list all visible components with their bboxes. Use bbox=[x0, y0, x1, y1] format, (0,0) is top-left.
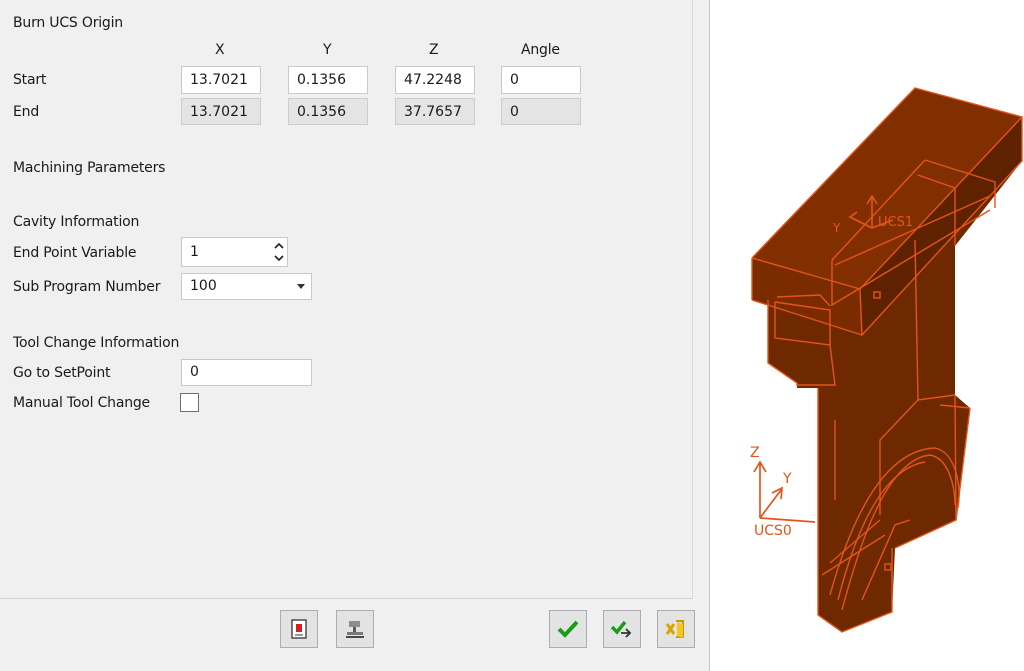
end-angle-field: 0 bbox=[501, 98, 581, 125]
tool-change-information-title: Tool Change Information bbox=[13, 335, 180, 351]
ucs0-label: UCS0 bbox=[754, 523, 792, 539]
part-model bbox=[751, 87, 1024, 633]
column-header-x: X bbox=[215, 42, 225, 58]
column-header-z: Z bbox=[429, 42, 439, 58]
button-bar-separator bbox=[0, 598, 692, 599]
ucs-dialog: Burn UCS Origin X Y Z Angle Start 13.702… bbox=[0, 0, 710, 671]
ok-button[interactable] bbox=[549, 610, 587, 648]
column-header-y: Y bbox=[323, 42, 332, 58]
ucs1-y-axis-label: Y bbox=[832, 221, 841, 235]
manual-tool-change-checkbox[interactable] bbox=[180, 393, 199, 412]
start-row-label: Start bbox=[13, 72, 47, 88]
dropdown-arrow-icon[interactable] bbox=[297, 284, 305, 290]
end-point-variable-spinner[interactable]: 1 bbox=[181, 237, 288, 267]
sub-program-number-label: Sub Program Number bbox=[13, 279, 161, 295]
cavity-information-title: Cavity Information bbox=[13, 214, 140, 230]
manual-tool-change-label: Manual Tool Change bbox=[13, 395, 150, 411]
cancel-button[interactable] bbox=[657, 610, 695, 648]
ok-check-icon bbox=[557, 620, 579, 638]
start-x-input[interactable]: 13.7021 bbox=[181, 66, 261, 94]
document-icon bbox=[291, 619, 307, 639]
end-point-variable-label: End Point Variable bbox=[13, 245, 137, 261]
panel-scroll-edge bbox=[692, 0, 693, 599]
spin-up-icon[interactable] bbox=[274, 242, 284, 250]
end-y-field: 0.1356 bbox=[288, 98, 368, 125]
sub-program-number-value: 100 bbox=[190, 278, 217, 294]
cancel-exit-icon bbox=[665, 620, 684, 638]
spin-down-icon[interactable] bbox=[274, 254, 284, 262]
ucs0-z-axis-label: Z bbox=[750, 445, 760, 461]
start-y-input[interactable]: 0.1356 bbox=[288, 66, 368, 94]
start-z-input[interactable]: 47.2248 bbox=[395, 66, 475, 94]
ucs0-y-axis-label: Y bbox=[782, 471, 792, 487]
end-x-field: 13.7021 bbox=[181, 98, 261, 125]
apply-check-icon bbox=[610, 620, 632, 638]
machine-icon bbox=[346, 621, 364, 638]
end-z-field: 37.7657 bbox=[395, 98, 475, 125]
apply-button[interactable] bbox=[603, 610, 641, 648]
machining-parameters-title: Machining Parameters bbox=[13, 160, 166, 176]
cad-viewport[interactable]: Y UCS1 Z Y UCS0 bbox=[710, 0, 1024, 671]
machine-button[interactable] bbox=[336, 610, 374, 648]
document-button[interactable] bbox=[280, 610, 318, 648]
sub-program-number-select[interactable]: 100 bbox=[181, 273, 312, 300]
ucs1-label: UCS1 bbox=[878, 215, 913, 230]
column-header-angle: Angle bbox=[521, 42, 560, 58]
start-angle-input[interactable]: 0 bbox=[501, 66, 581, 94]
go-to-setpoint-input[interactable]: 0 bbox=[181, 359, 312, 386]
end-point-variable-value: 1 bbox=[190, 244, 199, 260]
end-row-label: End bbox=[13, 104, 40, 120]
go-to-setpoint-label: Go to SetPoint bbox=[13, 365, 111, 381]
burn-ucs-origin-title: Burn UCS Origin bbox=[13, 15, 123, 31]
